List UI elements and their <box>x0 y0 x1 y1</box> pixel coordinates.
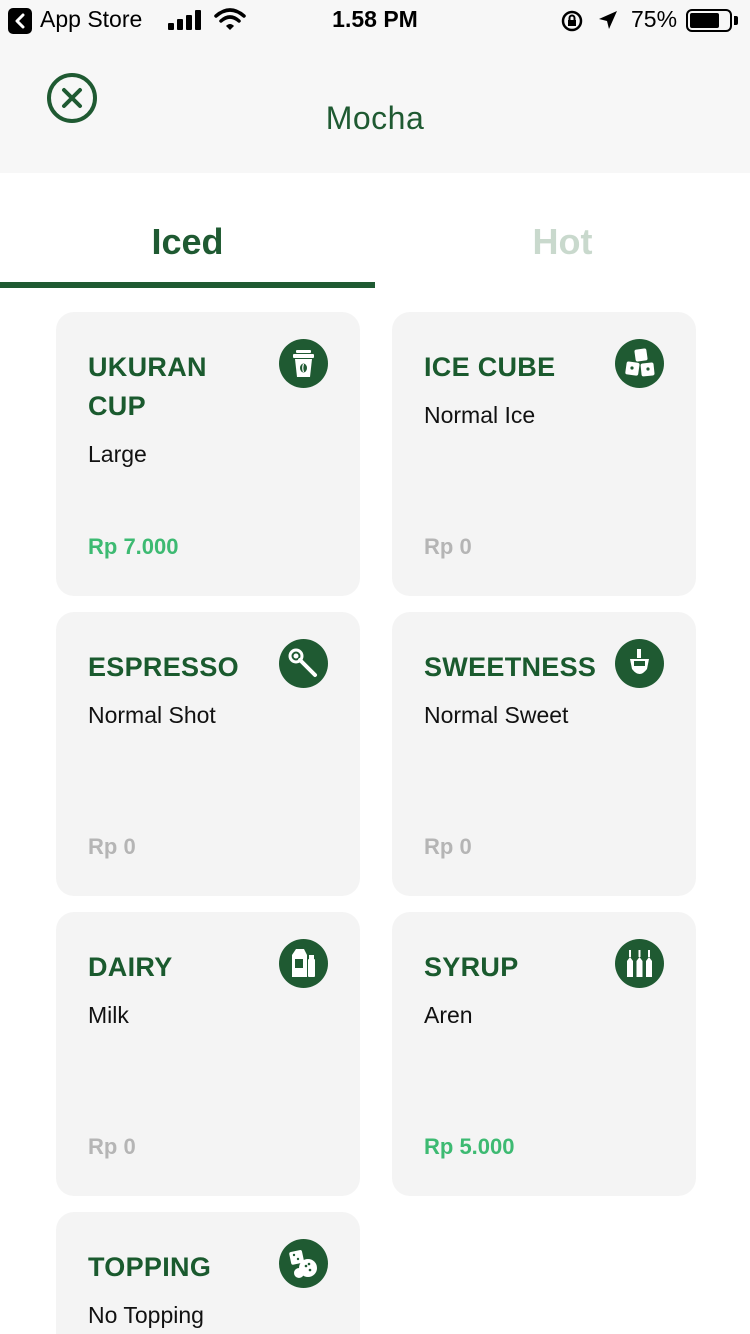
active-tab-indicator <box>0 282 375 288</box>
battery-tip <box>734 16 738 25</box>
option-card-sweetness[interactable]: SWEETNESS Normal Sweet Rp 0 <box>392 612 696 896</box>
option-price: Rp 7.000 <box>88 534 179 559</box>
syrup-icon <box>615 939 664 988</box>
option-value: Normal Sweet <box>424 702 569 728</box>
battery-percent: 75% <box>631 6 678 32</box>
option-card-topping[interactable]: TOPPING No Topping <box>56 1212 360 1334</box>
rotation-lock-icon <box>561 10 583 32</box>
option-value: Aren <box>424 1002 473 1028</box>
option-price: Rp 0 <box>88 1134 136 1159</box>
tab-iced[interactable]: Iced <box>0 173 375 289</box>
header: Mocha <box>0 42 750 173</box>
option-card-dairy[interactable]: DAIRY Milk Rp 0 <box>56 912 360 1196</box>
battery-icon <box>686 9 732 32</box>
location-arrow-icon <box>599 11 617 29</box>
option-price: Rp 0 <box>424 534 472 559</box>
option-title: ESPRESSO <box>88 652 239 682</box>
option-value: Large <box>88 441 147 467</box>
option-price: Rp 0 <box>424 834 472 859</box>
option-title: UKURAN CUP <box>88 352 207 421</box>
option-title: SWEETNESS <box>424 652 597 682</box>
option-card-cup-size[interactable]: UKURAN CUP Large Rp 7.000 <box>56 312 360 596</box>
option-title: ICE CUBE <box>424 352 556 382</box>
option-value: Normal Ice <box>424 402 536 428</box>
dairy-icon <box>279 939 328 988</box>
topping-icon <box>279 1239 328 1288</box>
status-bar: App Store 1.58 PM 75% <box>0 0 750 42</box>
option-value: Milk <box>88 1002 129 1028</box>
ice-cube-icon <box>615 339 664 388</box>
option-title: TOPPING <box>88 1252 212 1282</box>
option-value: Normal Shot <box>88 702 216 728</box>
tab-hot[interactable]: Hot <box>375 173 750 289</box>
espresso-icon <box>279 639 328 688</box>
option-card-ice-cube[interactable]: ICE CUBE Normal Ice Rp 0 <box>392 312 696 596</box>
cup-icon <box>279 339 328 388</box>
option-card-syrup[interactable]: SYRUP Aren Rp 5.000 <box>392 912 696 1196</box>
option-title: SYRUP <box>424 952 519 982</box>
option-price: Rp 0 <box>88 834 136 859</box>
page-title: Mocha <box>325 100 425 136</box>
sweetness-icon <box>615 639 664 688</box>
option-card-espresso[interactable]: ESPRESSO Normal Shot Rp 0 <box>56 612 360 896</box>
option-title: DAIRY <box>88 952 173 982</box>
option-price: Rp 5.000 <box>424 1134 515 1159</box>
tab-bar: Iced Hot <box>0 173 750 289</box>
option-value: No Topping <box>88 1302 204 1328</box>
